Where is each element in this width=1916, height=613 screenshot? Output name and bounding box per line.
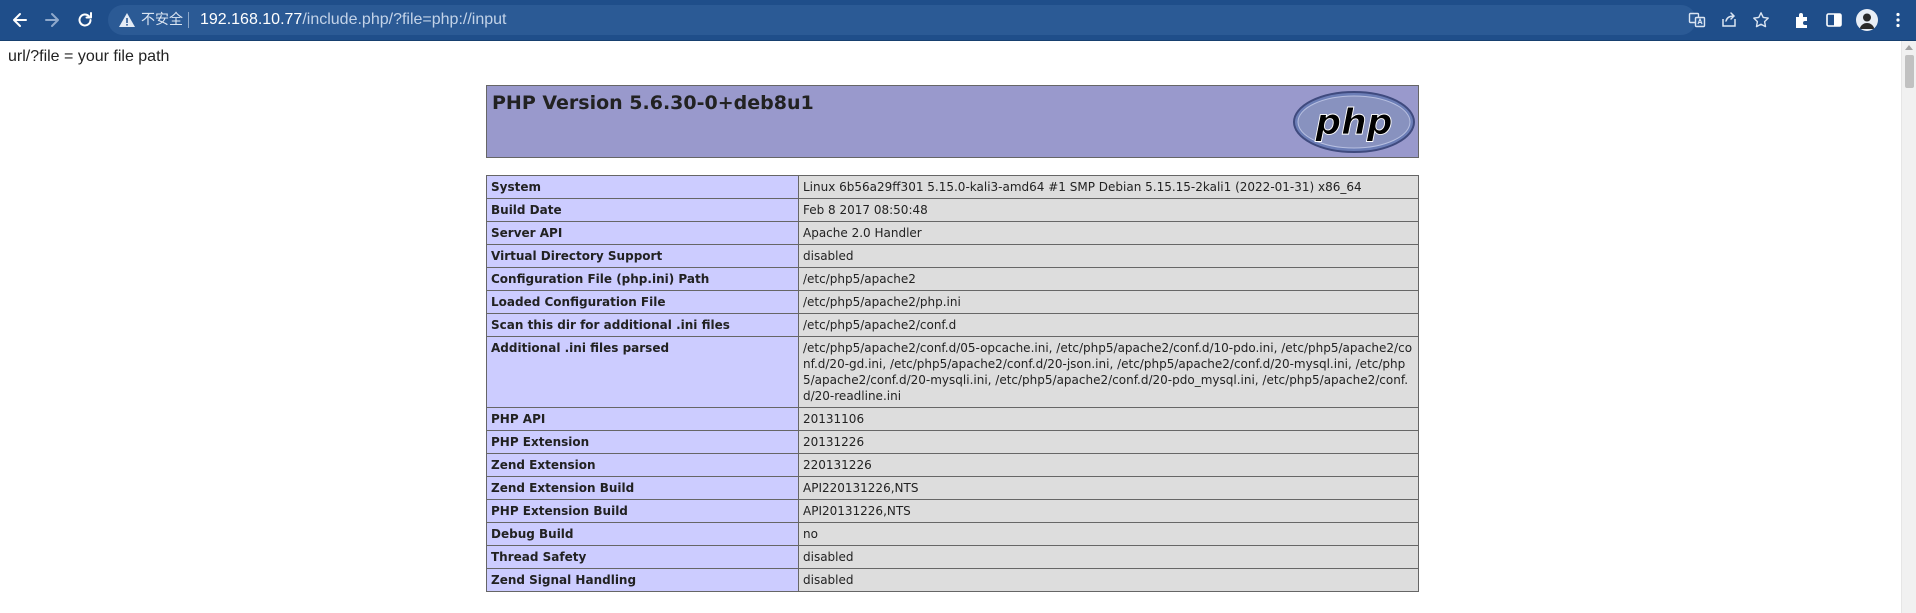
arrow-left-icon: [13, 13, 27, 27]
table-row: System Linux 6b56a29ff301 5.15.0-kali3-am…: [486, 175, 1419, 199]
table-row: Zend Signal Handling disabled: [486, 568, 1419, 592]
php-info-table: System Linux 6b56a29ff301 5.15.0-kali3-am…: [486, 175, 1419, 592]
insecure-label[interactable]: 不安全: [141, 11, 183, 29]
info-key-cell: Zend Extension Build: [486, 476, 799, 500]
table-row: Debug Build no: [486, 522, 1419, 546]
arrow-right-icon: [45, 13, 59, 27]
table-row: Scan this dir for additional .ini files /…: [486, 313, 1419, 337]
url-host: 192.168.10.77: [200, 11, 303, 28]
info-key-cell: Build Date: [486, 198, 799, 222]
info-key-cell: System: [486, 175, 799, 199]
table-row: Loaded Configuration File/etc/php5/apach…: [486, 290, 1419, 314]
info-key-cell: PHP API: [486, 407, 799, 431]
info-value-cell: API220131226,NTS: [798, 476, 1419, 500]
page-scrollbar[interactable]: [1901, 41, 1916, 613]
url-text[interactable]: 192.168.10.77/include.php/?file=php://in…: [200, 10, 506, 30]
table-row: Build Date Feb 8 2017 08:50:48: [486, 198, 1419, 222]
info-value-cell: disabled: [798, 545, 1419, 569]
info-key-cell: Zend Signal Handling: [486, 568, 799, 592]
table-row: PHP Extension Build API20131226,NTS: [486, 499, 1419, 523]
table-row: Additional .ini files parsed/etc/php5/ap…: [486, 336, 1419, 408]
table-row: Thread Safety disabled: [486, 545, 1419, 569]
info-value-cell: API20131226,NTS: [798, 499, 1419, 523]
info-key-cell: PHP Extension: [486, 430, 799, 454]
info-value-cell: 20131226: [798, 430, 1419, 454]
user-icon: [1859, 13, 1875, 29]
browser-toolbar: 不安全 192.168.10.77/include.php/?file=php:…: [0, 0, 1916, 41]
php-version-header: PHP Version 5.6.30-0+deb8u1 php: [486, 85, 1419, 158]
info-value-cell: Feb 8 2017 08:50:48: [798, 198, 1419, 222]
reload-icon: [78, 12, 92, 27]
menu-kebab-icon[interactable]: [1889, 11, 1907, 29]
forward-button[interactable]: [40, 8, 64, 32]
info-key-cell: Virtual Directory Support: [486, 244, 799, 268]
info-key-cell: Additional .ini files parsed: [486, 336, 799, 408]
php-logo: php: [1293, 91, 1415, 153]
info-key-cell: Thread Safety: [486, 545, 799, 569]
info-key-cell: PHP Extension Build: [486, 499, 799, 523]
side-panel-icon[interactable]: [1825, 11, 1843, 29]
info-value-cell: /etc/php5/apache2: [798, 267, 1419, 291]
table-row: Configuration File (php.ini) Path/etc/ph…: [486, 267, 1419, 291]
profile-avatar[interactable]: [1856, 9, 1878, 31]
info-key-cell: Debug Build: [486, 522, 799, 546]
translate-icon[interactable]: [1688, 11, 1706, 29]
info-value-cell: 20131106: [798, 407, 1419, 431]
php-logo-text: php: [1314, 102, 1392, 143]
info-value-cell: disabled: [798, 244, 1419, 268]
info-value-cell: Apache 2.0 Handler: [798, 221, 1419, 245]
php-version-title: PHP Version 5.6.30-0+deb8u1: [492, 92, 814, 114]
scroll-thumb[interactable]: [1905, 55, 1914, 88]
info-value-cell: disabled: [798, 568, 1419, 592]
table-row: Zend Extension Build API220131226,NTS: [486, 476, 1419, 500]
reload-button[interactable]: [73, 8, 97, 32]
table-row: PHP Extension 20131226: [486, 430, 1419, 454]
address-separator: [188, 12, 189, 28]
info-value-cell: /etc/php5/apache2/conf.d/05-opcache.ini,…: [798, 336, 1419, 408]
info-value-cell: /etc/php5/apache2/conf.d: [798, 313, 1419, 337]
info-key-cell: Configuration File (php.ini) Path: [486, 267, 799, 291]
info-key-cell: Zend Extension: [486, 453, 799, 477]
url-path: /include.php/?file=php://input: [302, 11, 507, 28]
extensions-puzzle-icon[interactable]: [1793, 11, 1811, 29]
info-key-cell: Server API: [486, 221, 799, 245]
info-value-cell: Linux 6b56a29ff301 5.15.0-kali3-amd64 #1…: [798, 175, 1419, 199]
table-row: Virtual Directory Support disabled: [486, 244, 1419, 268]
back-button[interactable]: [8, 8, 32, 32]
share-icon[interactable]: [1720, 11, 1738, 29]
scroll-up-arrow-icon[interactable]: [1905, 45, 1913, 50]
info-key-cell: Loaded Configuration File: [486, 290, 799, 314]
file-path-hint: url/?file = your file path: [8, 48, 170, 65]
php-info-rows: System Linux 6b56a29ff301 5.15.0-kali3-am…: [486, 175, 1419, 592]
bookmark-star-icon[interactable]: [1752, 11, 1770, 29]
table-row: Zend Extension 220131226: [486, 453, 1419, 477]
address-bar[interactable]: 不安全 192.168.10.77/include.php/?file=php:…: [108, 5, 1769, 35]
info-value-cell: /etc/php5/apache2/php.ini: [798, 290, 1419, 314]
table-row: PHP API 20131106: [486, 407, 1419, 431]
warning-icon[interactable]: [118, 11, 136, 29]
info-value-cell: 220131226: [798, 453, 1419, 477]
info-key-cell: Scan this dir for additional .ini files: [486, 313, 799, 337]
table-row: Server API Apache 2.0 Handler: [486, 221, 1419, 245]
info-value-cell: no: [798, 522, 1419, 546]
